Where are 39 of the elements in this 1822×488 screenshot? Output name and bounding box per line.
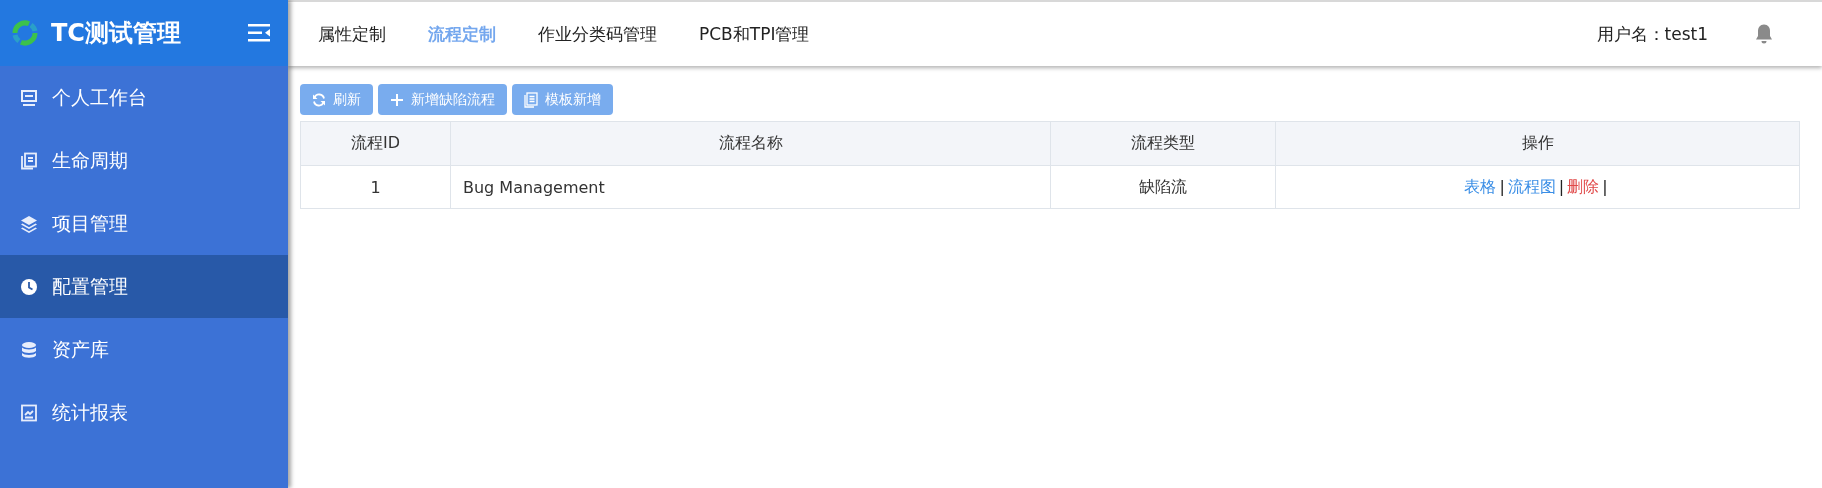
separator-text: | <box>1499 176 1505 196</box>
action-link[interactable]: 表格 <box>1464 176 1497 196</box>
document-icon <box>524 91 538 108</box>
sidebar-item[interactable]: 项目管理 <box>0 192 288 255</box>
toolbar-button[interactable]: 新增缺陷流程 <box>378 84 507 115</box>
app-title: TC测试管理 <box>51 18 182 49</box>
tab[interactable]: 流程定制 <box>428 22 496 46</box>
table-cell: Bug Management <box>450 165 1051 209</box>
menu-collapse-icon[interactable] <box>248 24 270 42</box>
action-link[interactable]: 流程图 <box>1507 176 1556 196</box>
tab[interactable]: 作业分类码管理 <box>538 22 657 46</box>
toolbar-button[interactable]: 模板新增 <box>512 84 613 115</box>
table-cell: 缺陷流 <box>1050 165 1276 209</box>
column-header: 流程ID <box>300 121 451 166</box>
clock-icon <box>20 277 38 296</box>
sidebar-item[interactable]: 生命周期 <box>0 129 288 192</box>
column-header: 流程名称 <box>450 121 1051 166</box>
layers-icon <box>20 214 38 233</box>
report-icon <box>20 403 38 422</box>
monitor-icon <box>20 88 38 107</box>
refresh-icon <box>312 92 326 107</box>
separator-text: | <box>1602 176 1608 196</box>
username-label: 用户名：test1 <box>1596 22 1708 46</box>
toolbar-button[interactable]: 刷新 <box>300 84 373 115</box>
column-header: 流程类型 <box>1050 121 1276 166</box>
sidebar-item[interactable]: 资产库 <box>0 318 288 381</box>
sidebar-item[interactable]: 配置管理 <box>0 255 288 318</box>
notification-bell-icon[interactable] <box>1754 23 1774 45</box>
sidebar-item[interactable]: 统计报表 <box>0 381 288 444</box>
tab[interactable]: 属性定制 <box>318 22 386 46</box>
separator-text: | <box>1558 176 1565 196</box>
book-icon <box>20 151 38 170</box>
tab[interactable]: PCB和TPI管理 <box>699 22 810 46</box>
sidebar-item[interactable]: 个人工作台 <box>0 66 288 129</box>
plus-icon <box>390 92 404 107</box>
table-cell: 1 <box>300 165 451 209</box>
action-link[interactable]: 删除 <box>1567 176 1600 196</box>
database-icon <box>20 340 38 359</box>
column-header: 操作 <box>1275 121 1800 166</box>
